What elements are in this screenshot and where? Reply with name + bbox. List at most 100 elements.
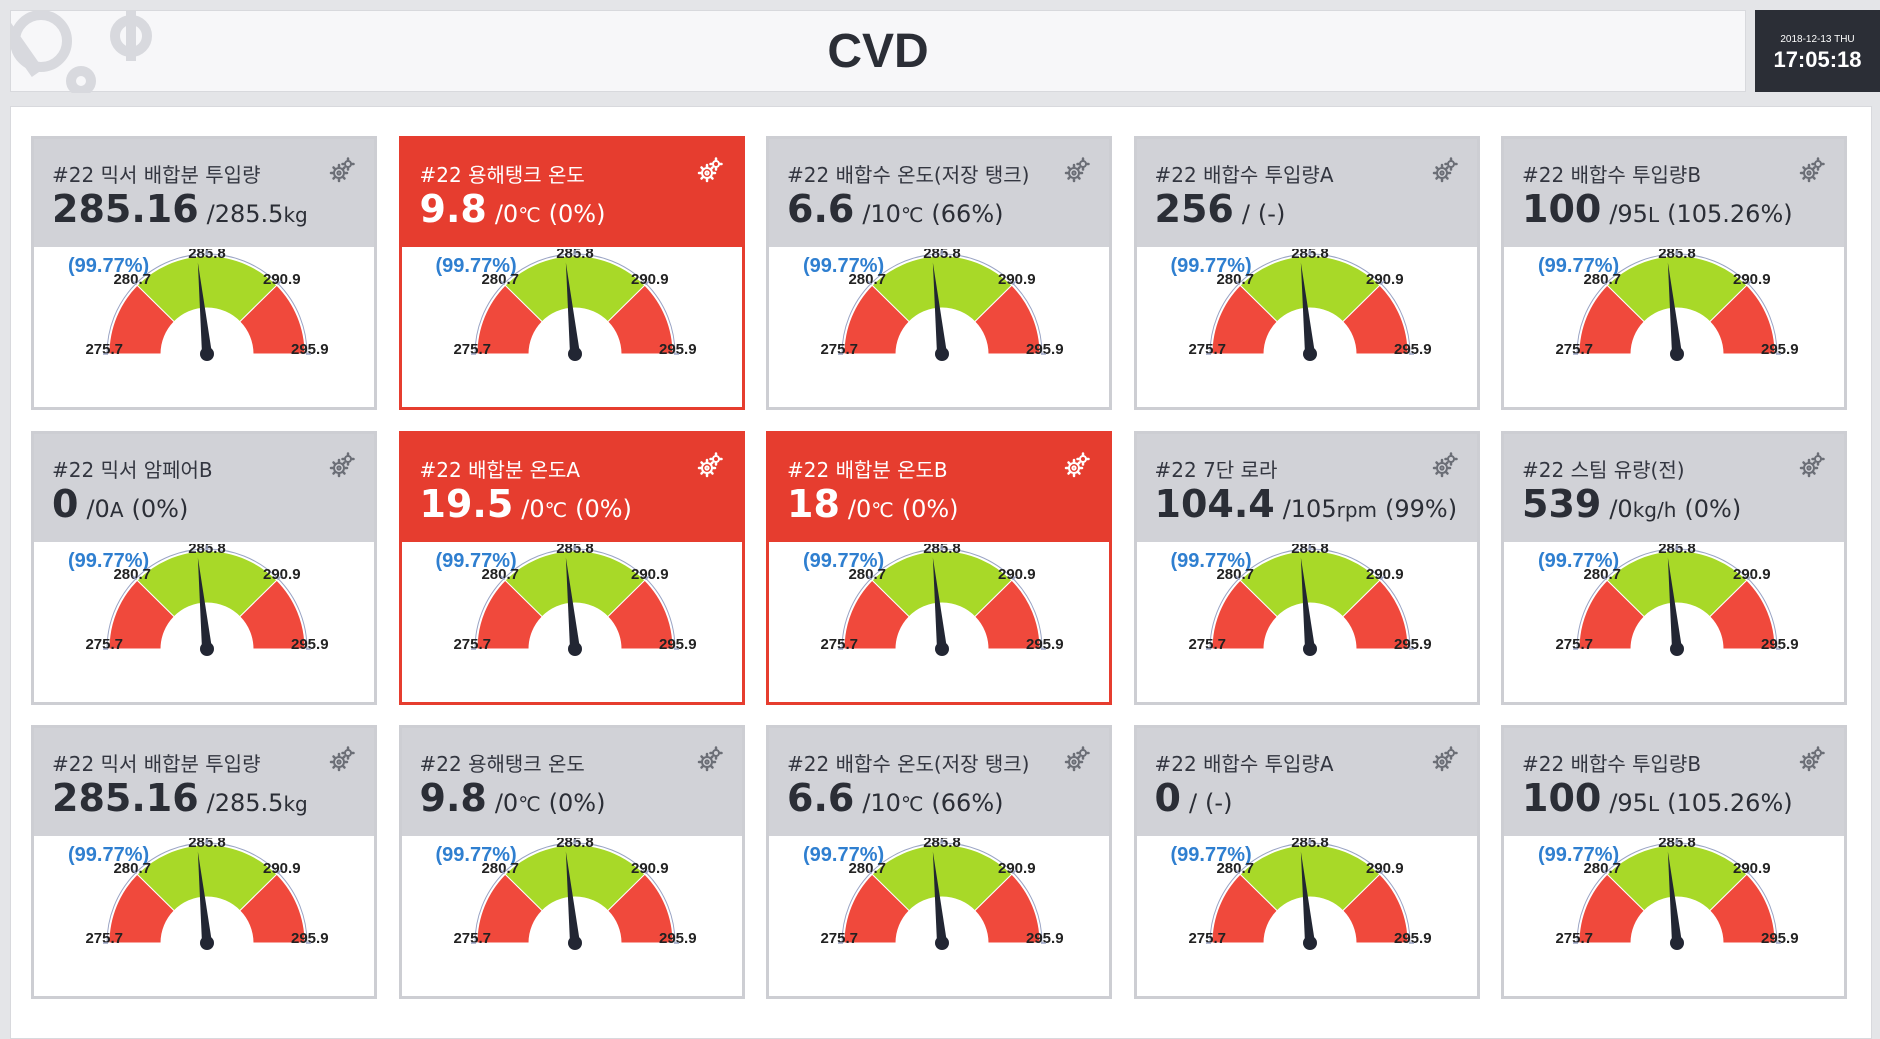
gauge-needle-hub xyxy=(200,347,214,361)
gauge-tick-label: 290.9 xyxy=(631,271,669,288)
gauge-tick-label: 295.9 xyxy=(291,341,329,358)
gauge-tick-label: 280.7 xyxy=(481,566,519,583)
gauge-needle-hub xyxy=(935,347,949,361)
card-percent: (0%) xyxy=(1684,494,1742,523)
clock-time: 17:05:18 xyxy=(1773,47,1862,72)
card-value-row: 9.8/0℃ (0%) xyxy=(420,187,606,231)
card-title: #22 믹서 배합분 투입량 xyxy=(52,163,261,187)
gauge-needle-hub xyxy=(935,641,949,656)
card-unit: ℃ xyxy=(900,792,924,816)
card-target-value: /0 xyxy=(86,494,110,523)
card-title: #22 7단 로라 xyxy=(1154,457,1278,482)
settings-gear-icon[interactable] xyxy=(1798,451,1826,480)
settings-gear-icon[interactable] xyxy=(1063,746,1091,774)
settings-gear-icon[interactable] xyxy=(1431,451,1459,480)
card-unit: ℃ xyxy=(518,203,541,227)
gauge-tick-label: 275.7 xyxy=(1188,341,1226,358)
card-percent: (105.26%) xyxy=(1667,200,1793,228)
card-unit: L xyxy=(1647,792,1660,816)
gauge-chart: 275.7280.7285.8290.9295.9 xyxy=(453,249,697,361)
card-unit: ℃ xyxy=(871,497,894,522)
settings-gear-icon[interactable] xyxy=(1063,451,1091,480)
gauge-needle-hub xyxy=(567,347,582,361)
gauge-needle-hub xyxy=(200,936,214,950)
gauge-card[interactable]: #22 배합수 투입량A 256/(-) (99.77%) 275.7 280.… xyxy=(1133,136,1480,410)
gauge-chart: 275.7280.7285.8290.9295.9 xyxy=(85,838,329,950)
dashboard-board: #22 믹서 배합분 투입량 285.16/285.5kg (99.77%) 2… xyxy=(10,106,1872,1039)
settings-gear-icon[interactable] xyxy=(328,157,356,185)
gauge-tick-label: 275.7 xyxy=(453,341,491,358)
gauge-tick-label: 295.9 xyxy=(1026,930,1064,947)
gauge-tick-label: 275.7 xyxy=(453,636,491,653)
gauge-needle-hub xyxy=(935,936,949,950)
gauge-card[interactable]: #22 배합수 온도(저장 탱크) 6.6/10℃ (66%) (99.77%)… xyxy=(766,136,1112,410)
card-unit: ℃ xyxy=(900,203,924,227)
gauge-card[interactable]: #22 배합수 투입량B 100/95L (105.26%) (99.77%) … xyxy=(1501,725,1847,999)
gauge-tick-label: 290.9 xyxy=(1733,566,1771,583)
gauge-card[interactable]: #22 배합분 온도A 19.5/0℃ (0%) (99.77%) 275.7 … xyxy=(398,430,745,705)
card-target-value: /285.5 xyxy=(206,200,284,228)
gauge-tick-label: 275.7 xyxy=(820,341,858,358)
gauge-card[interactable]: #22 믹서 배합분 투입량 285.16/285.5kg (99.77%) 2… xyxy=(31,136,377,410)
gauge-card[interactable]: #22 스팀 유량(전) 539/0kg/h (0%) (99.77%) 275… xyxy=(1501,430,1847,705)
card-unit: L xyxy=(1647,203,1660,227)
gauge-chart: 275.7280.7285.8290.9295.9 xyxy=(453,544,696,656)
gauge-tick-label: 295.9 xyxy=(291,636,329,653)
card-current-value: 0 xyxy=(1154,776,1181,820)
gauge-needle-hub xyxy=(567,641,582,656)
gauge-tick-label: 290.9 xyxy=(998,566,1036,583)
gauge-tick-label: 280.7 xyxy=(848,566,886,583)
settings-gear-icon[interactable] xyxy=(1798,157,1826,185)
card-title: #22 배합분 온도A xyxy=(419,457,581,482)
card-title: #22 용해탱크 온도 xyxy=(419,163,585,187)
card-title: #22 믹서 배합분 투입량 xyxy=(52,752,261,776)
card-title: #22 배합수 투입량B xyxy=(1522,163,1702,187)
settings-gear-icon[interactable] xyxy=(696,746,724,774)
card-value-row: 539/0kg/h (0%) xyxy=(1522,482,1741,526)
card-header: #22 스팀 유량(전) 539/0kg/h (0%) xyxy=(1504,433,1844,542)
settings-gear-icon[interactable] xyxy=(328,451,356,480)
gauge-needle-hub xyxy=(1670,641,1684,656)
gauge-tick-label: 290.9 xyxy=(1733,860,1771,877)
gauge-needle-hub xyxy=(1670,347,1684,361)
gauge-card[interactable]: #22 믹서 암페어B 0/0A (0%) (99.77%) 275.7 280… xyxy=(31,430,377,705)
gauge-card[interactable]: #22 배합수 온도(저장 탱크) 6.6/10℃ (66%) (99.77%)… xyxy=(766,725,1112,999)
card-target-value: /95 xyxy=(1609,789,1648,817)
card-target-value: /10 xyxy=(862,789,901,817)
gauge-chart: 275.7280.7285.8290.9295.9 xyxy=(453,838,696,950)
gauge-tick-label: 290.9 xyxy=(263,271,301,288)
card-current-value: 104.4 xyxy=(1154,481,1275,526)
gauge-card[interactable]: #22 용해탱크 온도 9.8/0℃ (0%) (99.77%) 275.7 2… xyxy=(398,136,745,410)
gauge-needle-hub xyxy=(1302,936,1317,950)
card-header: #22 배합수 투입량B 100/95L (105.26%) xyxy=(1504,728,1844,836)
settings-gear-icon[interactable] xyxy=(1063,157,1091,185)
card-header: #22 배합수 투입량B 100/95L (105.26%) xyxy=(1504,139,1844,247)
card-target-value: /0 xyxy=(1609,494,1633,523)
settings-gear-icon[interactable] xyxy=(696,451,724,480)
card-header: #22 믹서 암페어B 0/0A (0%) xyxy=(34,433,374,542)
settings-gear-icon[interactable] xyxy=(1431,746,1459,774)
gauge-card[interactable]: #22 믹서 배합분 투입량 285.16/285.5kg (99.77%) 2… xyxy=(31,725,377,999)
settings-gear-icon[interactable] xyxy=(328,746,356,774)
clock-panel: 2018-12-13 THU 17:05:18 xyxy=(1755,10,1880,92)
card-value-row: 18/0℃ (0%) xyxy=(787,482,959,526)
gauge-needle-hub xyxy=(1670,936,1684,950)
card-unit: kg/h xyxy=(1632,497,1677,522)
card-percent: (105.26%) xyxy=(1667,789,1793,817)
settings-gear-icon[interactable] xyxy=(1798,746,1826,774)
gauge-chart: 275.7280.7285.8290.9295.9 xyxy=(1555,544,1799,656)
card-unit: kg xyxy=(283,792,308,816)
card-unit: ℃ xyxy=(518,792,541,816)
gauge-tick-label: 295.9 xyxy=(659,341,697,358)
card-value-row: 104.4/105rpm (99%) xyxy=(1155,482,1458,526)
gauge-card[interactable]: #22 배합수 투입량A 0/(-) (99.77%) 275.7 280.7 … xyxy=(1133,725,1480,999)
gauge-card[interactable]: #22 용해탱크 온도 9.8/0℃ (0%) (99.77%) 275.7 2… xyxy=(398,725,745,999)
gauge-card[interactable]: #22 배합분 온도B 18/0℃ (0%) (99.77%) 275.7 28… xyxy=(766,430,1112,705)
gauge-card[interactable]: #22 배합수 투입량B 100/95L (105.26%) (99.77%) … xyxy=(1501,136,1847,410)
card-header: #22 믹서 배합분 투입량 285.16/285.5kg xyxy=(34,728,374,836)
card-target-value: / xyxy=(1188,789,1198,817)
settings-gear-icon[interactable] xyxy=(696,157,724,185)
settings-gear-icon[interactable] xyxy=(1431,157,1459,185)
gauge-card[interactable]: #22 7단 로라 104.4/105rpm (99%) (99.77%) 27… xyxy=(1133,430,1480,705)
card-value-row: 256/(-) xyxy=(1155,187,1286,231)
